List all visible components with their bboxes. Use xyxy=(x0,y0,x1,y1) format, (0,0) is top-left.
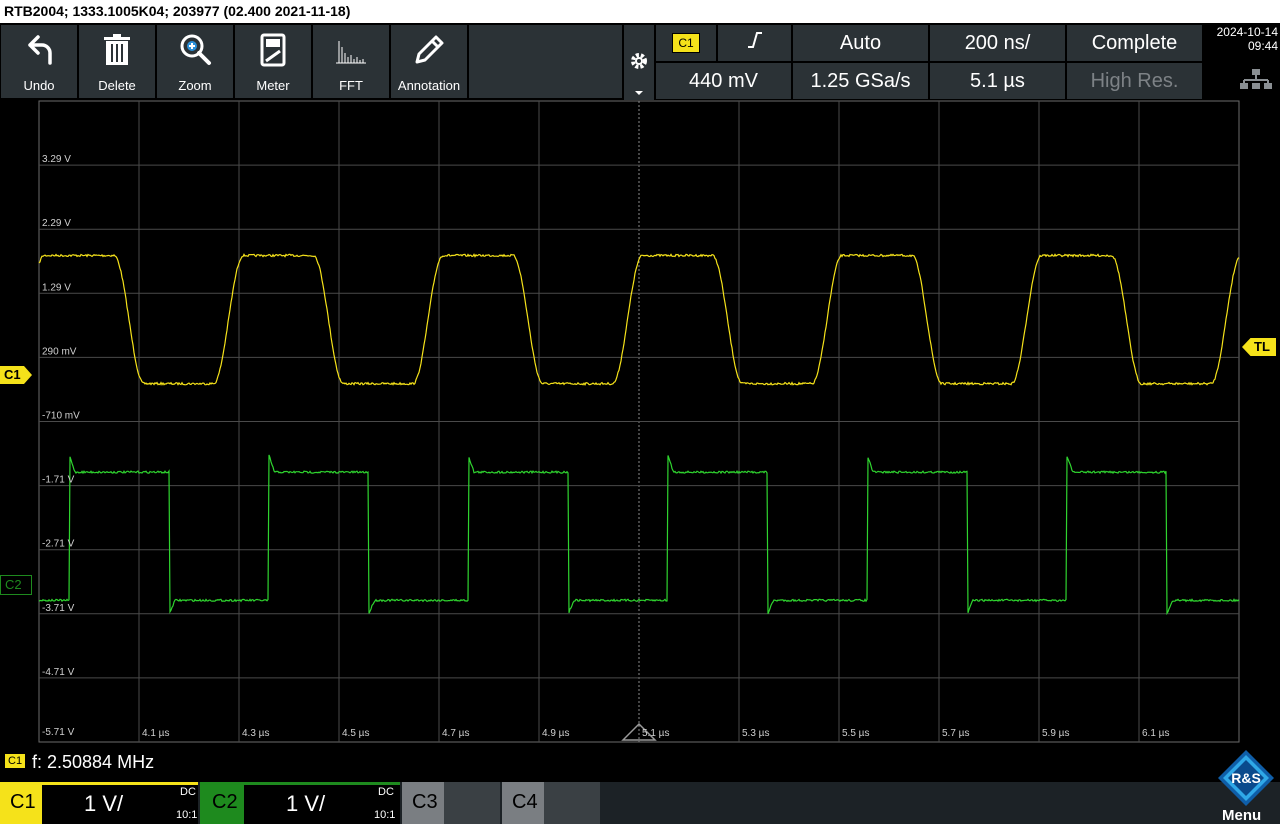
y-tick-label: -2.71 V xyxy=(42,539,75,550)
c2-label: C2 xyxy=(212,791,238,813)
c1-label: C1 xyxy=(10,791,36,813)
c2-probe: 10:1 xyxy=(374,809,396,821)
measurement-bar xyxy=(0,744,1280,781)
x-tick-label: 6.1 µs xyxy=(1142,728,1169,739)
y-tick-label: 2.29 V xyxy=(42,218,71,229)
measurement-badge: C1 xyxy=(5,754,26,768)
y-tick-label: -4.71 V xyxy=(42,667,75,678)
x-tick-label: 4.3 µs xyxy=(242,728,269,739)
channel-c2[interactable]: C2 1 V/ DC 10:1 xyxy=(200,782,400,824)
channel-c4[interactable]: C4 xyxy=(502,782,600,824)
x-tick-label: 5.3 µs xyxy=(742,728,769,739)
x-tick-label: 4.9 µs xyxy=(542,728,569,739)
x-tick-label: 4.7 µs xyxy=(442,728,469,739)
x-tick-label: 4.5 µs xyxy=(342,728,369,739)
c4-label: C4 xyxy=(512,791,538,813)
x-tick-label: 5.7 µs xyxy=(942,728,969,739)
x-tick-label: 5.1 µs xyxy=(642,728,669,739)
c2-scale: 1 V/ xyxy=(286,791,326,816)
y-tick-label: 1.29 V xyxy=(42,282,71,293)
c1-coupling: DC xyxy=(180,786,196,798)
waveform-display[interactable]: 3.29 V 2.29 V 1.29 V 290 mV -710 mV -1.71 V -2… xyxy=(0,0,1280,744)
x-tick-label: 4.1 µs xyxy=(142,728,169,739)
svg-text:R&S: R&S xyxy=(1231,770,1261,786)
y-tick-label: -3.71 V xyxy=(42,603,75,614)
c2-offset-marker[interactable]: C2 xyxy=(0,575,32,595)
y-tick-label: -1.71 V xyxy=(42,475,75,486)
y-tick-label: -710 mV xyxy=(42,411,80,422)
menu-label: Menu xyxy=(1222,807,1262,824)
channel-c3[interactable]: C3 xyxy=(402,782,500,824)
c1-probe: 10:1 xyxy=(176,809,198,821)
graticule xyxy=(38,100,1240,743)
y-tick-label: -5.71 V xyxy=(42,727,75,738)
c3-label: C3 xyxy=(412,791,438,813)
channel-c1[interactable]: C1 1 V/ DC 10:1 xyxy=(0,782,200,824)
y-tick-label: 3.29 V xyxy=(42,154,71,165)
menu-button[interactable]: R&S Menu xyxy=(1204,750,1280,824)
c1-scale: 1 V/ xyxy=(84,791,124,816)
rs-logo-icon: R&S xyxy=(1216,748,1276,813)
y-tick-label: 290 mV xyxy=(42,346,77,357)
x-tick-label: 5.9 µs xyxy=(1042,728,1069,739)
x-tick-label: 5.5 µs xyxy=(842,728,869,739)
frequency-readout: f: 2.50884 MHz xyxy=(32,752,155,772)
c2-coupling: DC xyxy=(378,786,394,798)
